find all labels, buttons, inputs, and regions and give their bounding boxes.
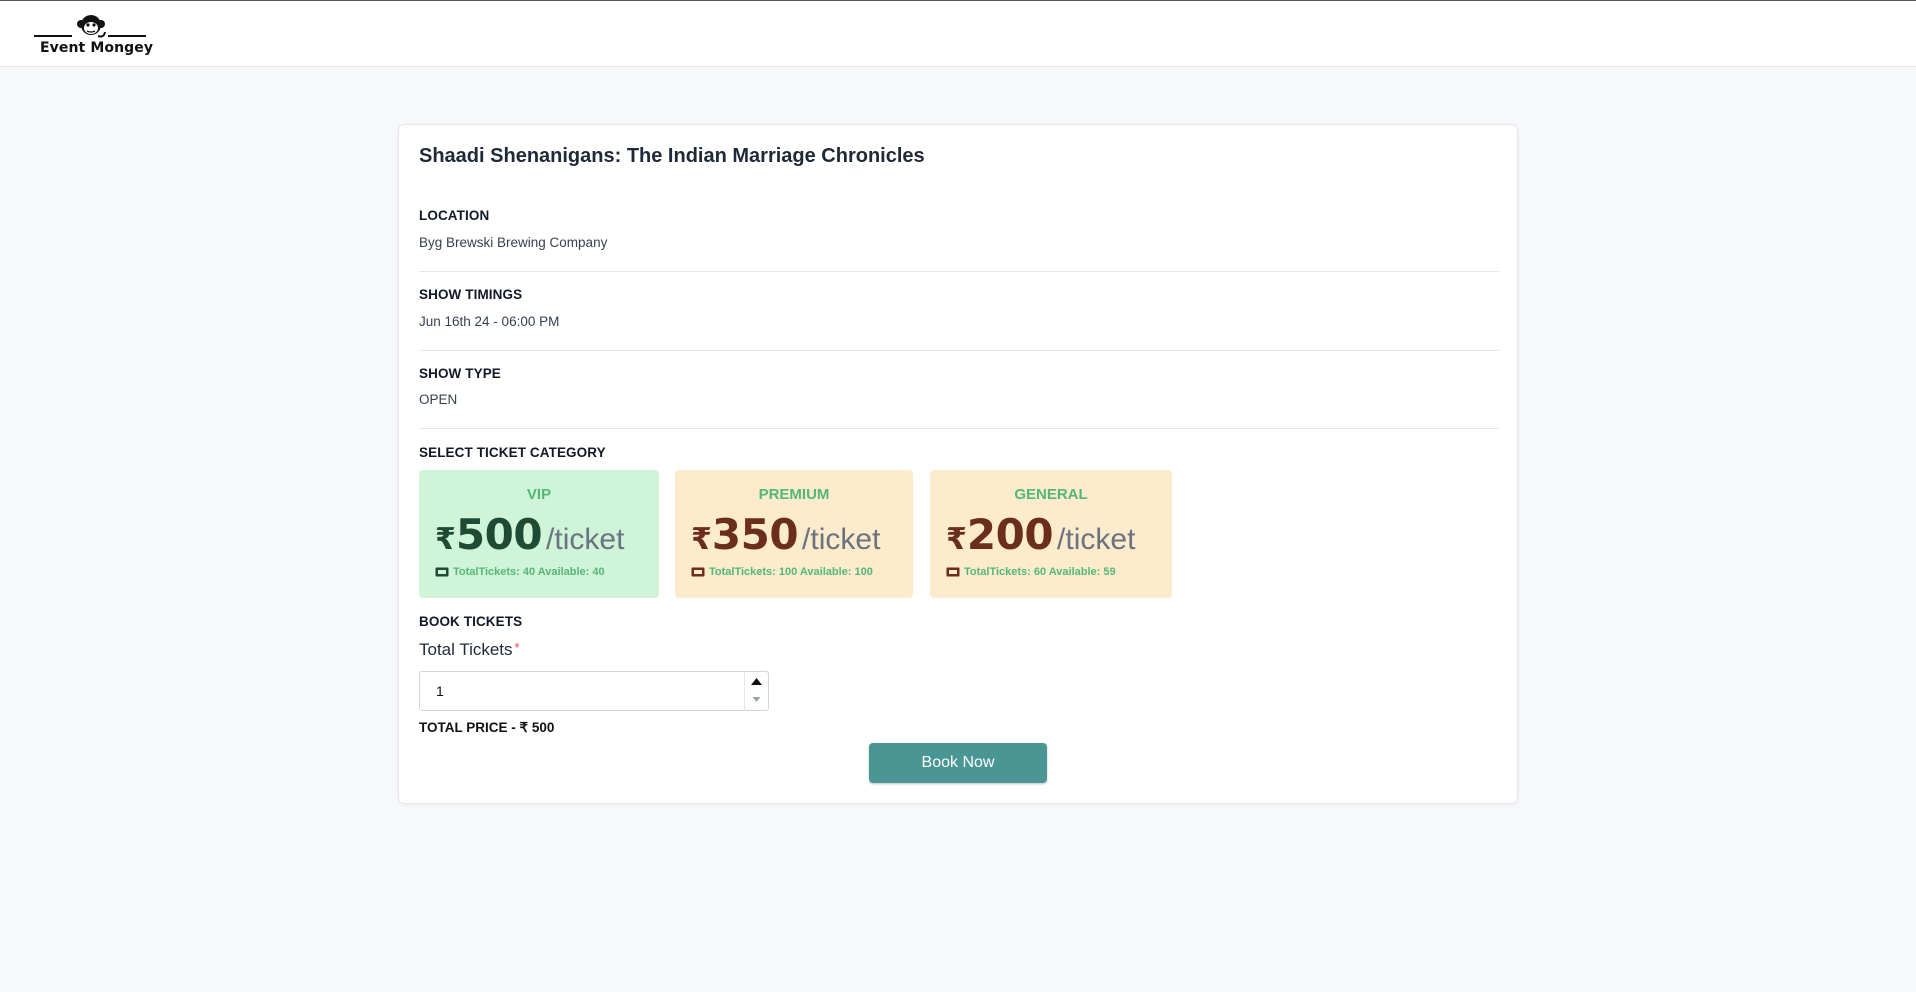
select-ticket-category-label: SELECT TICKET CATEGORY	[419, 445, 606, 460]
event-title: Shaadi Shenanigans: The Indian Marriage …	[419, 145, 925, 167]
divider	[419, 350, 1499, 351]
site-header: Event Mongey	[0, 1, 1916, 67]
ticket-availability-text: TotalTickets: 40 Available: 40	[453, 566, 605, 578]
rupee-symbol: ₹	[435, 522, 456, 557]
ticket-category-name: VIP	[526, 486, 552, 503]
ticket-category-name: PREMIUM	[758, 486, 830, 503]
ticket-availability-text: TotalTickets: 60 Available: 59	[964, 566, 1116, 578]
ticket-icon	[435, 567, 449, 577]
show-timings-value: Jun 16th 24 - 06:00 PM	[419, 314, 560, 329]
show-timings-label: SHOW TIMINGS	[419, 287, 523, 302]
ticket-price: ₹500/ticket	[435, 510, 625, 559]
per-ticket-label: /ticket	[1057, 523, 1136, 556]
brand-logo[interactable]: Event Mongey	[34, 10, 154, 60]
show-type-value: OPEN	[419, 392, 458, 407]
ticket-availability: TotalTickets: 40 Available: 40	[435, 566, 605, 578]
total-tickets-field	[419, 671, 769, 711]
brand-name: Event Mongey	[40, 40, 154, 56]
ticket-category-general[interactable]: GENERAL ₹200/ticket TotalTickets: 60 Ava…	[930, 470, 1172, 598]
logo-line-right	[108, 35, 146, 37]
divider	[419, 428, 1499, 429]
rupee-symbol: ₹	[691, 522, 712, 557]
ticket-price-amount: 200	[966, 510, 1054, 559]
event-booking-card: Shaadi Shenanigans: The Indian Marriage …	[398, 124, 1518, 804]
ticket-category-name: GENERAL	[1014, 486, 1088, 503]
total-tickets-label: Total Tickets *	[419, 640, 520, 660]
ticket-icon	[946, 567, 960, 577]
ticket-category-premium[interactable]: PREMIUM ₹350/ticket TotalTickets: 100 Av…	[675, 470, 913, 598]
ticket-price-amount: 350	[711, 510, 799, 559]
ticket-category-vip[interactable]: VIP ₹500/ticket TotalTickets: 40 Availab…	[419, 470, 659, 598]
ticket-availability: TotalTickets: 60 Available: 59	[946, 566, 1116, 578]
logo-line-left	[34, 35, 72, 37]
ticket-availability: TotalTickets: 100 Available: 100	[691, 566, 873, 578]
book-now-button[interactable]: Book Now	[869, 743, 1047, 783]
ticket-availability-text: TotalTickets: 100 Available: 100	[709, 566, 873, 578]
rupee-symbol: ₹	[946, 522, 967, 557]
total-price: TOTAL PRICE - ₹ 500	[419, 720, 555, 735]
quantity-stepper	[744, 672, 768, 710]
monkey-icon	[77, 15, 106, 38]
total-tickets-input[interactable]	[420, 672, 746, 710]
show-type-label: SHOW TYPE	[419, 366, 501, 381]
required-marker: *	[514, 640, 520, 655]
ticket-price-amount: 500	[455, 510, 543, 559]
ticket-price: ₹200/ticket	[946, 510, 1136, 559]
increment-arrow-icon[interactable]	[745, 672, 768, 691]
divider	[419, 271, 1499, 272]
book-tickets-label: BOOK TICKETS	[419, 614, 523, 629]
per-ticket-label: /ticket	[802, 523, 881, 556]
decrement-arrow-icon[interactable]	[745, 691, 768, 710]
ticket-icon	[691, 567, 705, 577]
total-tickets-label-text: Total Tickets	[419, 640, 513, 659]
location-value: Byg Brewski Brewing Company	[419, 235, 608, 250]
ticket-price: ₹350/ticket	[691, 510, 881, 559]
location-label: LOCATION	[419, 208, 490, 223]
per-ticket-label: /ticket	[546, 523, 625, 556]
